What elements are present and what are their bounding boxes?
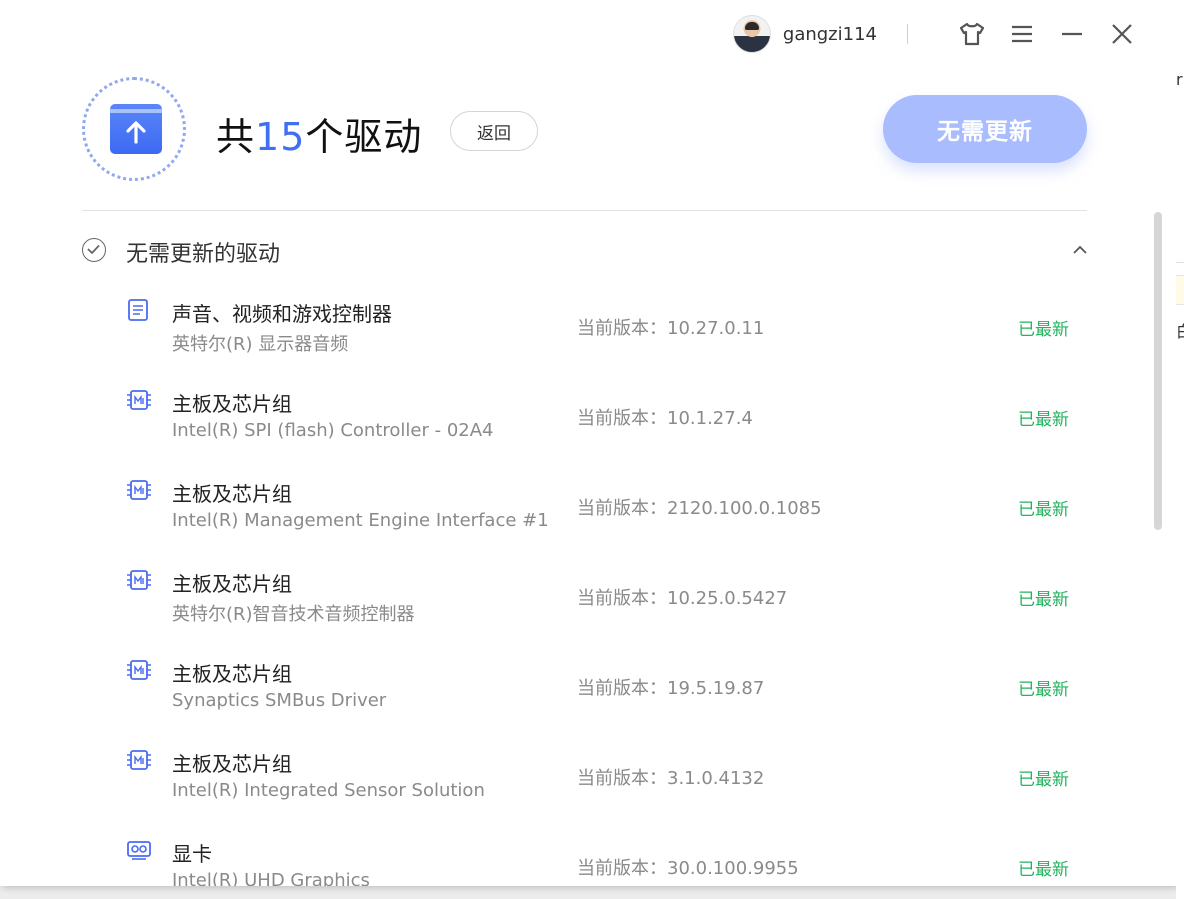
driver-version: 当前版本：19.5.19.87 [577,674,764,700]
upload-driver-icon [110,104,162,154]
version-value: 10.1.27.4 [667,408,753,429]
version-value: 10.27.0.11 [667,318,765,339]
skin-icon[interactable] [958,20,986,48]
driver-row[interactable]: 显卡 Intel(R) UHD Graphics 当前版本：30.0.100.9… [0,830,1176,886]
version-label: 当前版本： [577,768,667,789]
username[interactable]: gangzi114 [783,24,877,45]
driver-status: 已最新 [1018,500,1069,520]
driver-row[interactable]: 声音、视频和游戏控制器 英特尔(R) 显示器音频 当前版本：10.27.0.11… [0,290,1176,380]
driver-manager-window: gangzi114 共 15 个驱动 返回 无需更新 无需更新的驱动 声音、视频… [0,0,1176,886]
driver-status: 已最新 [1018,680,1069,700]
page-title: 共 15 个驱动 [216,106,422,161]
minimize-icon[interactable] [1058,20,1086,48]
driver-category: 主板及芯片组 [172,752,292,776]
driver-name: Synaptics SMBus Driver [172,690,387,711]
version-value: 3.1.0.4132 [667,768,765,789]
driver-version: 当前版本：30.0.100.9955 [577,854,799,880]
version-label: 当前版本： [577,498,667,519]
driver-name: Intel(R) UHD Graphics [172,870,370,886]
driver-version: 当前版本：2120.100.0.1085 [577,494,822,520]
menu-icon[interactable] [1008,20,1036,48]
driver-row[interactable]: 主板及芯片组 Intel(R) Management Engine Interf… [0,470,1176,560]
background-glyph: r [1176,70,1183,89]
version-label: 当前版本： [577,408,667,429]
driver-name: Intel(R) SPI (flash) Controller - 02A4 [172,420,494,441]
driver-count: 15 [255,115,306,159]
background-window: r 白 [1176,0,1184,899]
title-bar-separator [907,24,908,44]
header-divider [82,210,1087,211]
driver-name: Intel(R) Integrated Sensor Solution [172,780,485,801]
driver-row[interactable]: 主板及芯片组 Intel(R) SPI (flash) Controller -… [0,380,1176,470]
back-button[interactable]: 返回 [450,111,538,151]
version-label: 当前版本： [577,588,667,609]
driver-category: 主板及芯片组 [172,572,292,596]
chevron-up-icon[interactable] [1070,240,1090,260]
driver-version: 当前版本：3.1.0.4132 [577,764,764,790]
driver-status: 已最新 [1018,770,1069,790]
title-prefix: 共 [216,115,256,159]
audio-controller-icon [126,298,150,322]
driver-status: 已最新 [1018,590,1069,610]
chipset-icon [126,658,151,682]
driver-category: 主板及芯片组 [172,392,292,416]
driver-row[interactable]: 主板及芯片组 Intel(R) Integrated Sensor Soluti… [0,740,1176,830]
version-label: 当前版本： [577,678,667,699]
version-label: 当前版本： [577,858,667,879]
driver-row[interactable]: 主板及芯片组 Synaptics SMBus Driver 当前版本：19.5.… [0,650,1176,740]
version-value: 19.5.19.87 [667,678,765,699]
driver-status: 已最新 [1018,860,1069,880]
check-circle-icon [82,238,106,262]
driver-name: Intel(R) Management Engine Interface #1 [172,510,549,531]
background-glyph: 白 [1176,318,1184,342]
section-title: 无需更新的驱动 [126,242,281,267]
chipset-icon [126,748,151,772]
driver-version: 当前版本：10.1.27.4 [577,404,753,430]
driver-name: 英特尔(R)智音技术音频控制器 [172,604,415,625]
no-update-button[interactable]: 无需更新 [883,95,1087,163]
graphics-card-icon [126,838,151,862]
driver-name: 英特尔(R) 显示器音频 [172,334,349,355]
driver-category: 显卡 [172,842,212,866]
version-value: 30.0.100.9955 [667,858,799,879]
close-icon[interactable] [1108,20,1136,48]
title-suffix: 个驱动 [305,115,423,159]
driver-status: 已最新 [1018,320,1069,340]
driver-category: 主板及芯片组 [172,482,292,506]
chipset-icon [126,478,151,502]
version-label: 当前版本： [577,318,667,339]
driver-version: 当前版本：10.25.0.5427 [577,584,787,610]
driver-version: 当前版本：10.27.0.11 [577,314,764,340]
version-value: 2120.100.0.1085 [667,498,822,519]
title-bar: gangzi114 [732,14,1136,54]
driver-row[interactable]: 主板及芯片组 英特尔(R)智音技术音频控制器 当前版本：10.25.0.5427… [0,560,1176,650]
avatar[interactable] [732,15,771,53]
driver-category: 声音、视频和游戏控制器 [172,302,392,326]
driver-category: 主板及芯片组 [172,662,292,686]
driver-status: 已最新 [1018,410,1069,430]
chipset-icon [126,388,151,412]
chipset-icon [126,568,151,592]
version-value: 10.25.0.5427 [667,588,788,609]
